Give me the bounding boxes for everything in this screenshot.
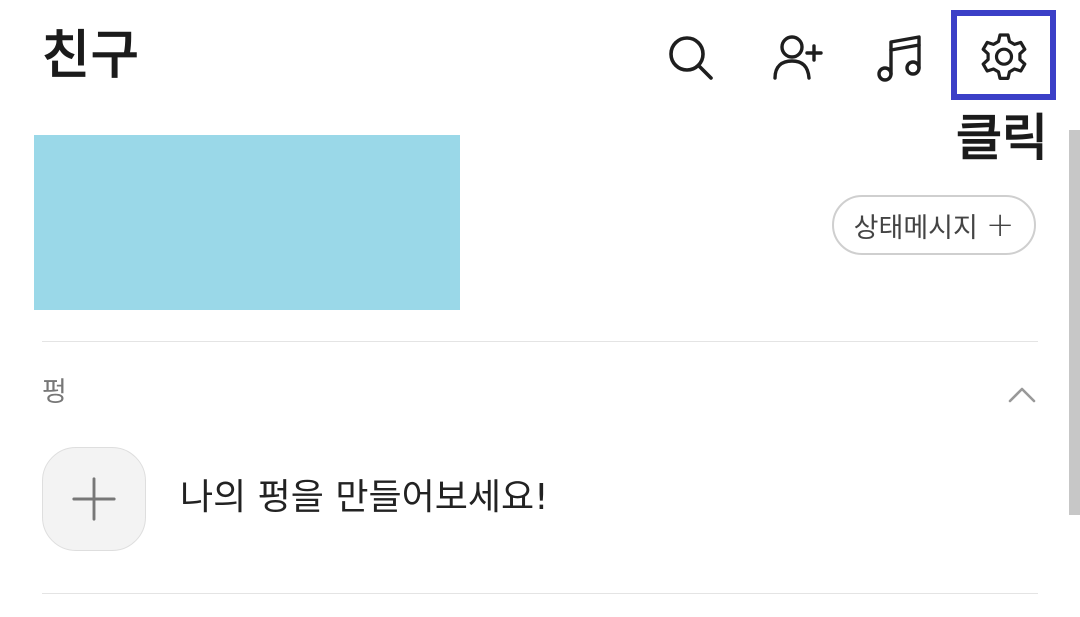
section-title: 펑 [42,377,67,408]
search-icon[interactable] [659,26,723,90]
click-annotation-label: 클릭 [956,109,1048,167]
plus-icon [72,477,116,521]
status-message-label: 상태메시지 [853,212,978,244]
plus-icon: + [985,205,1015,245]
create-pung-text: 나의 펑을 만들어보세요! [180,477,549,518]
click-highlight-box [951,10,1056,100]
chevron-up-icon[interactable] [1004,380,1040,408]
music-icon[interactable] [868,26,932,90]
profile-placeholder[interactable] [34,135,460,310]
divider [42,593,1038,594]
page-title: 친구 [42,26,140,86]
scrollbar[interactable] [1069,130,1080,515]
status-message-button[interactable]: 상태메시지 + [832,195,1036,255]
add-friend-icon[interactable] [764,26,828,90]
create-pung-button[interactable] [42,447,146,551]
divider [42,341,1038,342]
